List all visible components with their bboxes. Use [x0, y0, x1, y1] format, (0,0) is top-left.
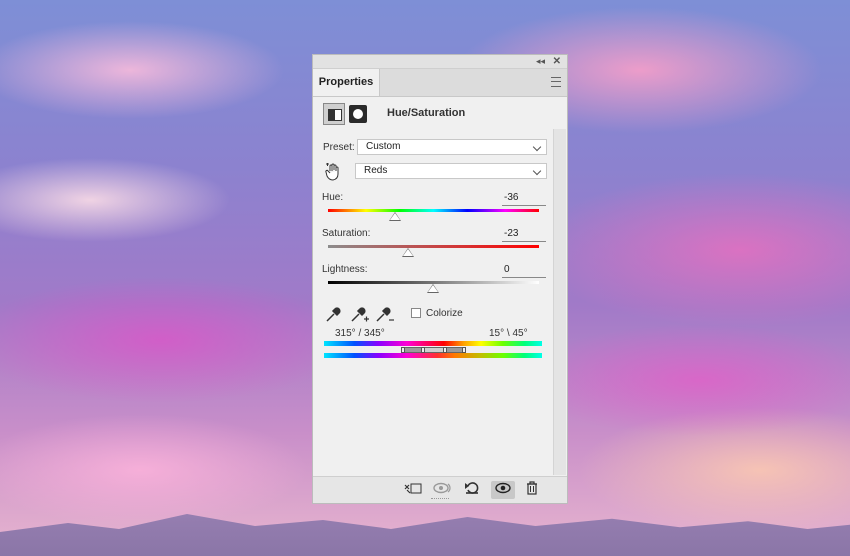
- panel-titlebar: ◂◂ ✕: [313, 55, 567, 69]
- collapse-panel-icon[interactable]: ◂◂: [536, 55, 545, 68]
- saturation-slider-track[interactable]: [328, 245, 539, 248]
- colorize-label: Colorize: [426, 308, 463, 319]
- lightness-input[interactable]: 0: [502, 264, 546, 278]
- colorize-checkbox[interactable]: [411, 308, 421, 318]
- tab-properties[interactable]: Properties: [313, 69, 380, 96]
- hue-label: Hue:: [322, 192, 344, 203]
- range-left-label: 315° / 345°: [335, 328, 385, 339]
- layer-mask-icon[interactable]: [349, 105, 367, 123]
- preset-select[interactable]: Custom: [357, 139, 547, 155]
- trash-icon[interactable]: [523, 481, 541, 499]
- lightness-slider-thumb[interactable]: [427, 284, 439, 293]
- output-color-bar: [324, 353, 542, 358]
- close-icon[interactable]: ✕: [553, 55, 561, 68]
- adjustment-layer-icon[interactable]: [323, 103, 345, 125]
- range-right-label: 15° \ 45°: [489, 328, 528, 339]
- reset-icon[interactable]: [462, 481, 482, 499]
- hue-slider-thumb[interactable]: [389, 212, 401, 221]
- hue-input[interactable]: -36: [502, 192, 546, 206]
- mountain-silhouette: [0, 514, 850, 556]
- saturation-slider-thumb[interactable]: [402, 248, 414, 257]
- saturation-input[interactable]: -23: [502, 228, 546, 242]
- eye-icon[interactable]: [491, 481, 515, 499]
- panel-menu-icon[interactable]: [551, 77, 561, 87]
- chevron-down-icon: [532, 142, 542, 152]
- channel-value: Reds: [364, 165, 388, 176]
- resize-grip[interactable]: [431, 498, 449, 501]
- panel-bottom-toolbar: [313, 476, 567, 503]
- on-image-adjustment-hand-icon[interactable]: [325, 163, 341, 184]
- tab-row: Properties: [313, 69, 567, 97]
- panel-scrollbar[interactable]: [553, 129, 566, 475]
- adjustment-title: Hue/Saturation: [387, 107, 466, 119]
- view-previous-state-icon[interactable]: [431, 481, 453, 499]
- saturation-label: Saturation:: [322, 228, 371, 239]
- eyedropper-plus-icon[interactable]: [350, 305, 370, 328]
- eyedropper-minus-icon[interactable]: [375, 305, 395, 328]
- clip-to-layer-icon[interactable]: [403, 481, 423, 499]
- lightness-label: Lightness:: [322, 264, 368, 275]
- properties-panel: ◂◂ ✕ Properties Hue/Saturation Preset: C…: [312, 54, 568, 504]
- color-range-center[interactable]: [423, 348, 445, 352]
- preset-value: Custom: [366, 141, 401, 152]
- channel-select[interactable]: Reds: [355, 163, 547, 179]
- eyedropper-icon[interactable]: [325, 305, 343, 326]
- preset-label: Preset:: [323, 142, 355, 153]
- chevron-down-icon: [532, 166, 542, 176]
- hue-slider-track[interactable]: [328, 209, 539, 212]
- input-color-bar: [324, 341, 542, 346]
